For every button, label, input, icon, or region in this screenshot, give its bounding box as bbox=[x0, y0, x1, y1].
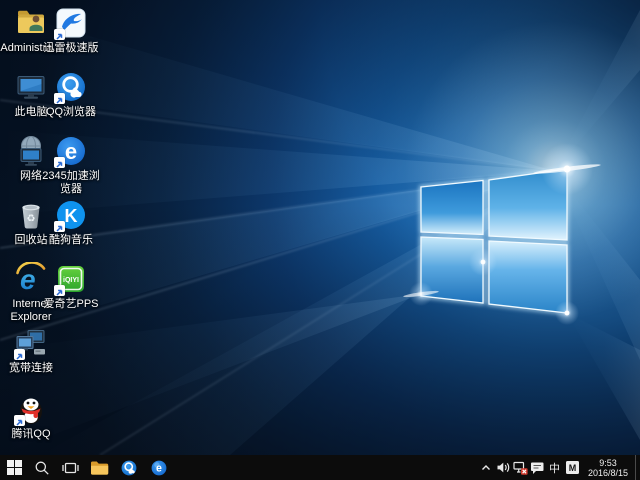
icon-label: 酷狗音乐 bbox=[40, 234, 102, 247]
icon-label: 迅雷极速版 bbox=[40, 42, 102, 55]
message-bubble-icon bbox=[530, 461, 545, 475]
file-explorer-icon bbox=[90, 459, 109, 476]
desktop-icon-2345-browser[interactable]: e 2345加速浏览器 bbox=[40, 134, 102, 196]
desktop-icon-broadband[interactable]: 宽带连接 bbox=[0, 326, 62, 375]
iqiyi-pps-icon: iQIYI bbox=[54, 262, 88, 296]
taskbar: e bbox=[0, 455, 640, 480]
search-button[interactable] bbox=[28, 455, 56, 480]
desktop-icon-tencent-qq[interactable]: 腾讯QQ bbox=[0, 392, 62, 441]
2345-browser-icon: e bbox=[54, 134, 88, 168]
icon-label: QQ浏览器 bbox=[40, 106, 102, 119]
network-disconnected-icon bbox=[513, 461, 528, 475]
windows-logo-icon bbox=[7, 460, 22, 475]
chevron-up-icon bbox=[480, 462, 492, 474]
taskbar-qq-browser[interactable] bbox=[114, 455, 144, 480]
2345-browser-icon: e bbox=[150, 459, 168, 477]
svg-text:iQIYI: iQIYI bbox=[63, 277, 79, 284]
network-status-button[interactable] bbox=[512, 455, 529, 480]
svg-text:e: e bbox=[65, 139, 77, 164]
message-tray-button[interactable] bbox=[529, 455, 546, 480]
clock-date: 2016/8/15 bbox=[588, 468, 628, 478]
taskbar-clock[interactable]: 9:53 2016/8/15 bbox=[582, 458, 635, 478]
svg-text:e: e bbox=[20, 264, 36, 295]
desktop-icon-iqiyi[interactable]: iQIYI 爱奇艺PPS bbox=[40, 262, 102, 311]
search-icon bbox=[34, 460, 50, 476]
icon-label: 宽带连接 bbox=[0, 362, 62, 375]
svg-text:♻: ♻ bbox=[27, 214, 36, 225]
qq-penguin-icon bbox=[14, 392, 48, 426]
start-button[interactable] bbox=[0, 455, 28, 480]
shortcut-arrow-icon bbox=[54, 93, 65, 104]
svg-text:K: K bbox=[65, 206, 78, 226]
shortcut-arrow-icon bbox=[14, 349, 25, 360]
clock-time: 9:53 bbox=[588, 458, 628, 468]
taskbar-2345-browser[interactable]: e bbox=[144, 455, 174, 480]
ime-mode-indicator[interactable]: 中 bbox=[546, 460, 563, 476]
svg-text:e: e bbox=[156, 462, 162, 474]
hidden-icons-chevron[interactable] bbox=[478, 455, 495, 480]
taskbar-file-explorer[interactable] bbox=[84, 455, 114, 480]
shortcut-arrow-icon bbox=[54, 157, 65, 168]
task-view-icon bbox=[62, 460, 79, 476]
icon-label: 2345加速浏览器 bbox=[40, 170, 102, 196]
shortcut-arrow-icon bbox=[54, 221, 65, 232]
desktop-icon-kugou[interactable]: K 酷狗音乐 bbox=[40, 198, 102, 247]
system-tray: 中 M 9:53 2016/8/15 bbox=[478, 455, 640, 480]
broadband-connection-icon bbox=[14, 326, 48, 360]
speaker-icon bbox=[496, 461, 510, 474]
volume-button[interactable] bbox=[495, 455, 512, 480]
shortcut-arrow-icon bbox=[54, 29, 65, 40]
qq-browser-icon bbox=[54, 70, 88, 104]
desktop: Administra... 此电脑 bbox=[0, 0, 640, 455]
icon-label: 爱奇艺PPS bbox=[40, 298, 102, 311]
desktop-icon-qq-browser[interactable]: QQ浏览器 bbox=[40, 70, 102, 119]
show-desktop-button[interactable] bbox=[635, 455, 640, 480]
desktop-icon-thunder[interactable]: 迅雷极速版 bbox=[40, 6, 102, 55]
icon-label: 腾讯QQ bbox=[0, 428, 62, 441]
shortcut-arrow-icon bbox=[54, 285, 65, 296]
thunder-bird-icon bbox=[54, 6, 88, 40]
kugou-music-icon: K bbox=[54, 198, 88, 232]
ime-keyboard-indicator[interactable]: M bbox=[566, 461, 579, 474]
qq-browser-icon bbox=[120, 459, 138, 477]
task-view-button[interactable] bbox=[56, 455, 84, 480]
shortcut-arrow-icon bbox=[14, 415, 25, 426]
